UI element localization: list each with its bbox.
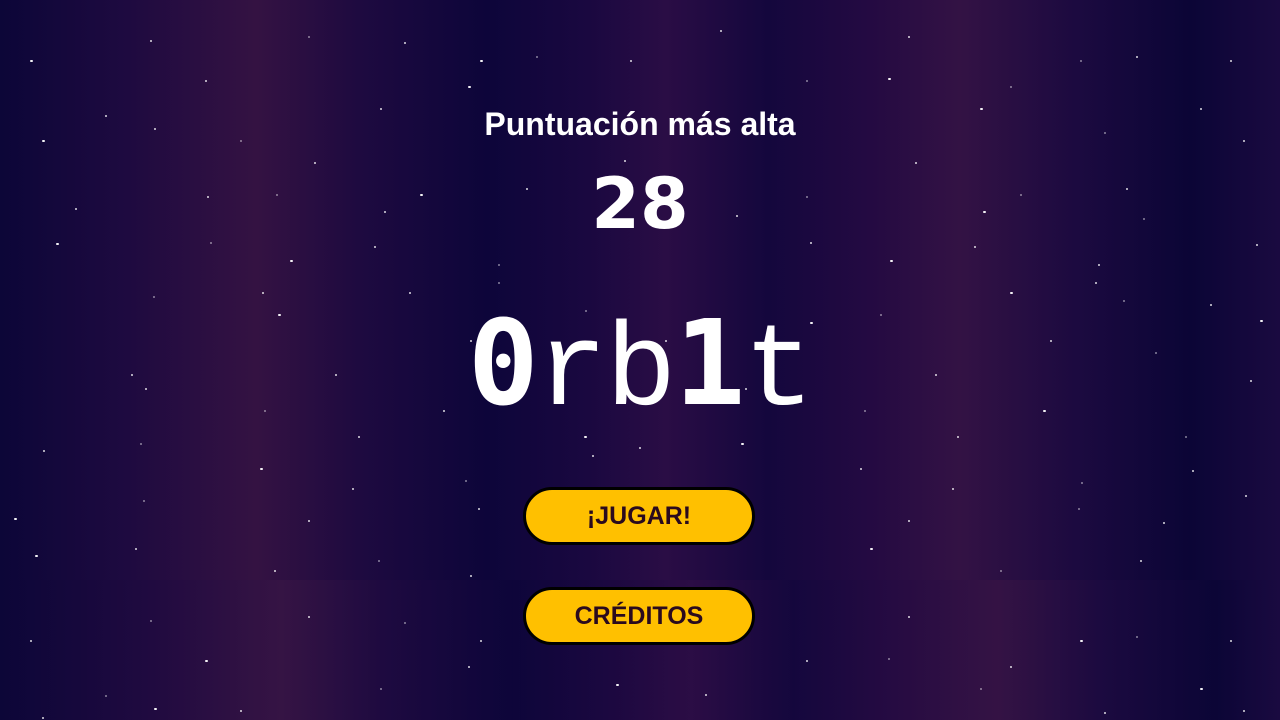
star [1010,292,1013,294]
star [498,264,500,266]
star [1136,636,1138,638]
star [1200,688,1203,690]
star [404,622,406,624]
star [378,560,380,562]
star [536,56,538,58]
star [205,660,208,662]
star [980,688,982,690]
star [1230,640,1232,642]
star [1078,508,1080,510]
star [1245,495,1247,497]
star [870,548,873,550]
star [616,684,619,686]
star [908,36,910,38]
star [1230,60,1232,62]
star [480,60,483,62]
star [1080,640,1083,642]
star [1081,482,1083,484]
star [30,640,32,642]
logo-part-zero: 0 [467,294,539,432]
credits-button[interactable]: CRÉDITOS [523,587,755,645]
star [592,455,594,457]
star [1098,264,1100,266]
star [404,42,406,44]
star [952,488,954,490]
star [1243,710,1245,712]
star [1163,522,1165,524]
star [639,447,641,449]
logo-part-one: 1 [674,294,745,432]
star [30,60,33,62]
star [478,508,480,510]
star [630,60,632,62]
star [308,36,310,38]
star [1136,56,1138,58]
star [888,658,890,660]
star [274,570,276,572]
star [262,292,264,294]
star [205,80,207,82]
star [1140,560,1142,562]
star [290,260,293,262]
star [1000,570,1002,572]
star [888,78,891,80]
star [1104,712,1106,714]
star [974,246,976,248]
star [43,450,45,452]
star [468,666,470,668]
highscore-value: 28 [591,163,689,245]
star [143,500,145,502]
star [480,640,482,642]
star [890,260,893,262]
star [1192,470,1194,472]
star [806,660,808,662]
star [260,468,263,470]
star [14,518,17,520]
star [624,160,626,162]
star [741,443,744,445]
star [35,555,38,557]
game-logo: 0rb1t [0,298,1280,439]
star [908,616,910,618]
star [1080,60,1082,62]
star [720,30,722,32]
highscore-label: Puntuación más alta [484,106,796,142]
logo-part-t: t [743,307,814,440]
star [380,688,382,690]
star [352,488,354,490]
star [1010,86,1012,88]
star [240,710,242,712]
star [105,695,107,697]
star [42,717,44,719]
star [308,520,310,522]
star [465,480,467,482]
star [860,468,862,470]
star [308,616,310,618]
star [705,694,707,696]
star [1095,282,1097,284]
star [1256,244,1258,246]
play-button[interactable]: ¡JUGAR! [523,487,755,545]
star [154,708,157,710]
star [468,86,471,88]
star [806,80,808,82]
star [498,282,500,284]
logo-part-rb: rb [536,307,677,440]
star [140,443,142,445]
star [150,620,152,622]
star [135,548,137,550]
star [1010,666,1012,668]
star [374,246,376,248]
star [470,575,472,577]
star [150,40,152,42]
star [908,520,910,522]
star [409,292,411,294]
